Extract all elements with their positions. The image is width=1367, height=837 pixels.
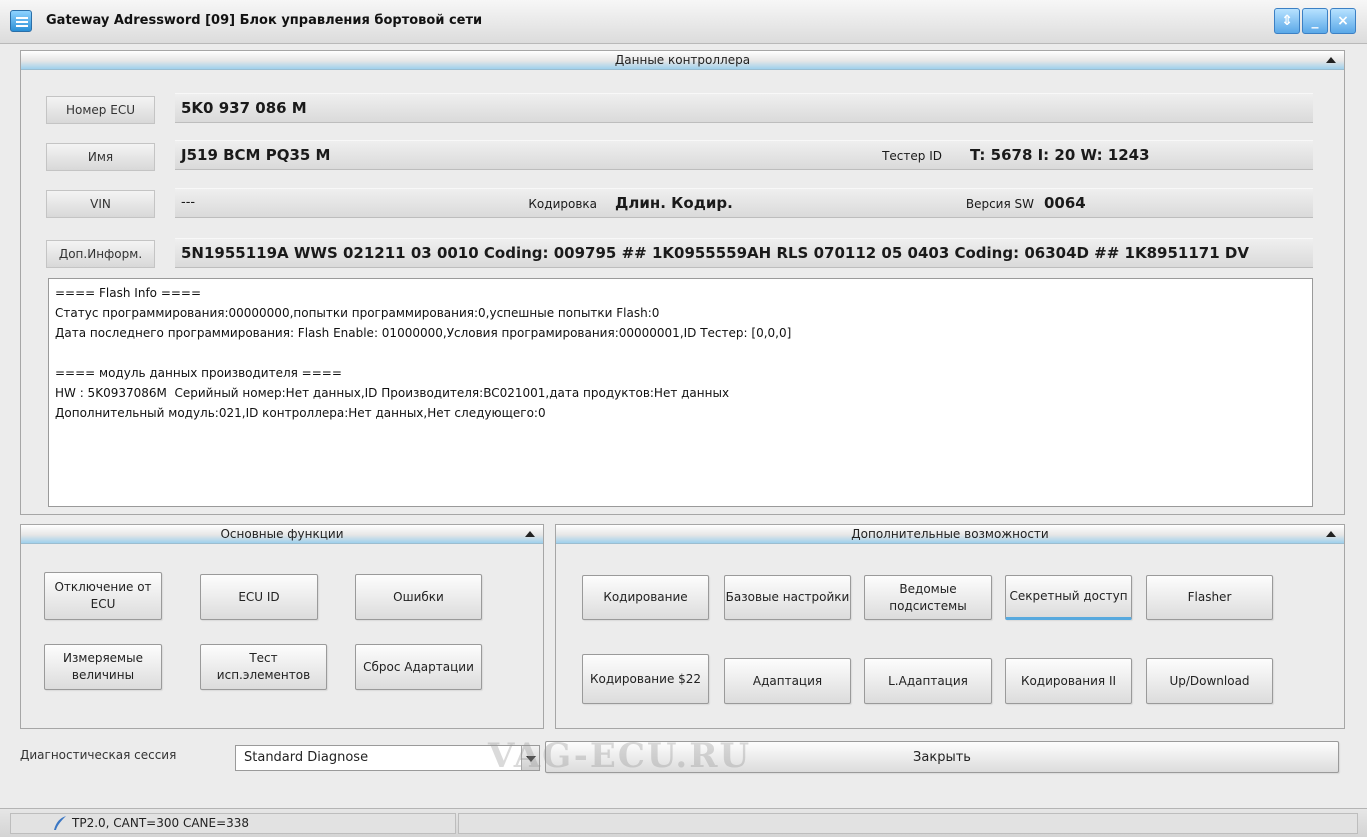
advanced-panel-title: Дополнительные возможности	[851, 527, 1049, 541]
sw-version-value: 0064	[1038, 188, 1313, 218]
basic-panel-title: Основные функции	[220, 527, 344, 541]
faults-button[interactable]: Ошибки	[355, 574, 482, 620]
controller-panel-header: Данные контроллера	[21, 51, 1344, 70]
vin-value: ---	[175, 188, 505, 218]
close-window-button[interactable]: ×	[1330, 8, 1356, 34]
tester-id-value: T: 5678 I: 20 W: 1243	[950, 140, 1313, 170]
disconnect-ecu-button[interactable]: Отключение от ECU	[44, 572, 162, 620]
long-adaptation-button[interactable]: L.Адаптация	[864, 658, 992, 704]
session-select-value: Standard Diagnose	[244, 750, 369, 765]
coding-22-button[interactable]: Кодирование $22	[582, 654, 709, 704]
advanced-panel-header: Дополнительные возможности	[556, 525, 1344, 544]
ecu-number-label: Номер ECU	[46, 96, 155, 124]
ecu-id-button[interactable]: ECU ID	[200, 574, 318, 620]
status-text: TP2.0, CANT=300 CANE=338	[72, 816, 250, 830]
extra-info-value: 5N1955119A WWS 021211 03 0010 Coding: 00…	[175, 238, 1313, 268]
coding-ii-button[interactable]: Кодирования II	[1005, 658, 1132, 704]
feather-icon	[52, 815, 68, 831]
basic-panel-header: Основные функции	[21, 525, 543, 544]
coding-label: Кодировка	[505, 188, 605, 218]
security-access-button[interactable]: Секретный доступ	[1005, 575, 1132, 620]
name-value: J519 BCM PQ35 M	[175, 140, 850, 170]
collapse-arrow-icon[interactable]	[1326, 531, 1336, 537]
basic-settings-button[interactable]: Базовые настройки	[724, 575, 851, 620]
restore-button[interactable]: ⇕	[1274, 8, 1300, 34]
coding-value: Длин. Кодир.	[605, 188, 930, 218]
reset-adaptation-button[interactable]: Сброс Адартации	[355, 644, 482, 690]
collapse-arrow-icon[interactable]	[1326, 57, 1336, 63]
vin-label: VIN	[46, 190, 155, 218]
extra-info-label: Доп.Информ.	[46, 240, 155, 268]
minimize-button[interactable]: _	[1302, 8, 1328, 34]
measured-values-button[interactable]: Измеряемые величины	[44, 644, 162, 690]
window-title: Gateway Adressword [09] Блок управления …	[46, 13, 483, 28]
diagnostic-session-label: Диагностическая сессия	[20, 748, 177, 762]
flasher-button[interactable]: Flasher	[1146, 575, 1273, 620]
app-menu-icon[interactable]	[10, 10, 32, 32]
collapse-arrow-icon[interactable]	[525, 531, 535, 537]
coding-button[interactable]: Кодирование	[582, 575, 709, 620]
flash-info-textbox[interactable]: ==== Flash Info ==== Статус программиров…	[48, 278, 1313, 507]
basic-functions-panel: Основные функции	[20, 524, 544, 729]
controller-panel-title: Данные контроллера	[614, 53, 751, 67]
output-test-button[interactable]: Тест исп.элементов	[200, 644, 327, 690]
adaptation-button[interactable]: Адаптация	[724, 658, 851, 704]
tester-id-label: Тестер ID	[850, 140, 950, 170]
status-bar: TP2.0, CANT=300 CANE=338	[0, 808, 1367, 837]
status-segment-right	[458, 813, 1358, 834]
name-label: Имя	[46, 143, 155, 171]
subsystems-button[interactable]: Ведомые подсистемы	[864, 575, 992, 620]
watermark: VAG-ECU.RU	[488, 736, 752, 776]
title-bar: Gateway Adressword [09] Блок управления …	[0, 0, 1367, 44]
ecu-number-value: 5K0 937 086 M	[175, 93, 1313, 123]
up-download-button[interactable]: Up/Download	[1146, 658, 1273, 704]
sw-version-label: Версия SW	[930, 188, 1038, 218]
